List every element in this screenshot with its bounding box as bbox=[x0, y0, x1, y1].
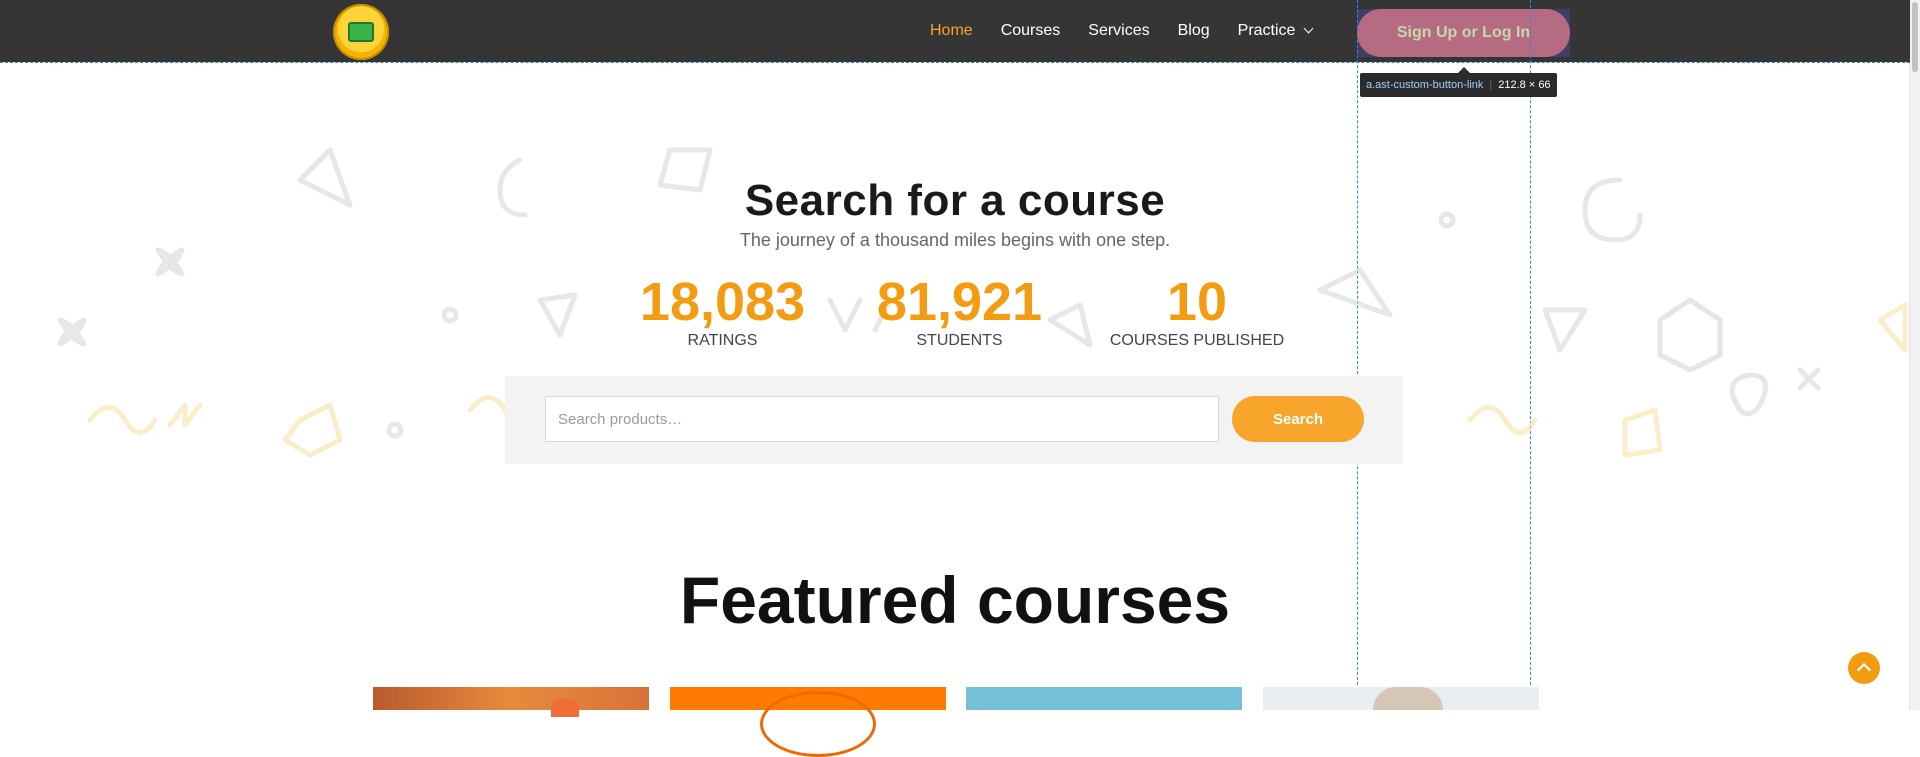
course-thumb-art bbox=[1373, 687, 1443, 710]
course-card-thumbnail[interactable] bbox=[670, 687, 946, 757]
stat-label: RATINGS bbox=[687, 332, 758, 349]
tooltip-selector: a.ast-custom-button-link bbox=[1366, 79, 1484, 91]
course-card-thumbnail[interactable] bbox=[966, 687, 1242, 710]
course-card-thumbnail[interactable] bbox=[1263, 687, 1539, 710]
nav-home[interactable]: Home bbox=[930, 22, 973, 40]
tooltip-separator: | bbox=[1489, 79, 1493, 91]
stat-students: 81,921 STUDENTS bbox=[872, 272, 1047, 350]
nav-practice-label: Practice bbox=[1237, 22, 1296, 39]
nav-blog[interactable]: Blog bbox=[1178, 22, 1210, 40]
course-thumb-art bbox=[760, 691, 876, 757]
stat-value: 18,083 bbox=[639, 272, 806, 332]
page-scrollbar[interactable] bbox=[1909, 0, 1920, 710]
course-card-thumbnail[interactable] bbox=[373, 687, 649, 717]
hero-title: Search for a course bbox=[744, 176, 1166, 225]
tooltip-size: 212.8 × 66 bbox=[1498, 79, 1551, 91]
stat-value: 81,921 bbox=[876, 272, 1043, 332]
signup-login-button[interactable]: Sign Up or Log In bbox=[1357, 9, 1570, 57]
nav-services[interactable]: Services bbox=[1088, 22, 1149, 40]
featured-courses-title: Featured courses bbox=[679, 563, 1231, 637]
logo-emblem bbox=[348, 22, 374, 42]
site-header: Home Courses Services Blog Practice bbox=[0, 0, 1910, 62]
scroll-to-top-button[interactable] bbox=[1848, 652, 1880, 684]
search-input[interactable] bbox=[545, 396, 1219, 442]
nav-courses[interactable]: Courses bbox=[1001, 22, 1061, 40]
stat-label: STUDENTS bbox=[916, 332, 1003, 349]
chevron-down-icon bbox=[1304, 23, 1314, 34]
scrollbar-thumb[interactable] bbox=[1912, 2, 1918, 72]
devtools-guide-bottom bbox=[0, 62, 1910, 63]
main-nav: Home Courses Services Blog Practice bbox=[930, 0, 1340, 62]
nav-practice[interactable]: Practice bbox=[1237, 22, 1314, 40]
search-button[interactable]: Search bbox=[1232, 396, 1364, 442]
stat-ratings: 18,083 RATINGS bbox=[635, 272, 810, 350]
hero-subtitle: The journey of a thousand miles begins w… bbox=[739, 230, 1171, 250]
stat-label: COURSES PUBLISHED bbox=[1109, 332, 1285, 349]
course-thumb-art bbox=[551, 699, 579, 717]
stat-courses-published: 10 COURSES PUBLISHED bbox=[1097, 272, 1297, 350]
site-logo[interactable] bbox=[333, 4, 389, 60]
stat-value: 10 bbox=[1166, 272, 1228, 332]
devtools-tooltip: a.ast-custom-button-link | 212.8 × 66 bbox=[1360, 67, 1557, 97]
